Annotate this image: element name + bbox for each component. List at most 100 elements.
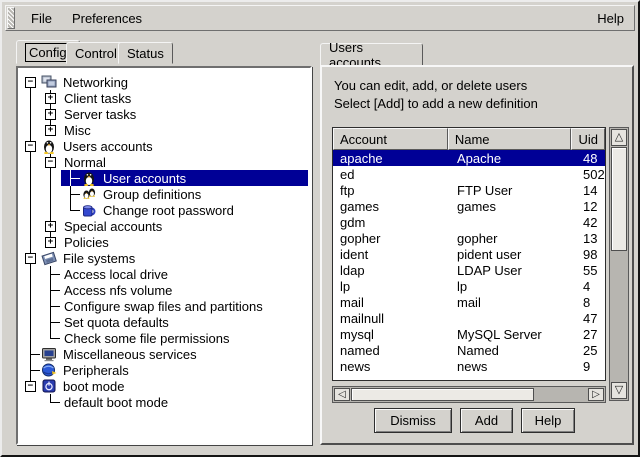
tree-item-body[interactable]: default boot mode	[41, 394, 308, 410]
collapse-icon[interactable]: −	[25, 253, 36, 264]
tree-item-body[interactable]: +Misc	[41, 122, 308, 138]
tree-item-body[interactable]: +Server tasks	[41, 106, 308, 122]
cell-account: news	[333, 359, 450, 374]
table-row[interactable]: gamesgames12	[333, 198, 605, 214]
dismiss-button[interactable]: Dismiss	[374, 408, 452, 433]
tree-item-body[interactable]: +Special accounts	[41, 218, 308, 234]
menu-help[interactable]: Help	[587, 7, 634, 30]
expand-icon[interactable]: +	[45, 125, 56, 136]
tree-item-body[interactable]: − Users accounts	[21, 138, 308, 154]
tree-item-body[interactable]: − File systems	[21, 250, 308, 266]
tree-item[interactable]: +Policies	[21, 234, 308, 250]
tree-item-label: Access nfs volume	[61, 283, 175, 298]
expand-icon[interactable]: +	[45, 93, 56, 104]
vertical-scrollbar-thumb[interactable]	[611, 147, 627, 251]
tree-item[interactable]: +Client tasks	[21, 90, 308, 106]
tree-item[interactable]: − Networking	[21, 74, 308, 90]
tree-item[interactable]: − Users accounts	[21, 138, 308, 154]
tree-item[interactable]: Peripherals	[21, 362, 308, 378]
expand-icon[interactable]: +	[45, 221, 56, 232]
scroll-left-icon[interactable]: ◁	[334, 388, 350, 401]
menubar-grip-icon[interactable]	[7, 7, 15, 29]
cell-name: MySQL Server	[450, 327, 576, 342]
column-header-uid[interactable]: Uid	[571, 128, 605, 150]
table-row[interactable]: gdm42	[333, 214, 605, 230]
tree-item[interactable]: Miscellaneous services	[21, 346, 308, 362]
tree-item-body[interactable]: Configure swap files and partitions	[41, 298, 308, 314]
tree-item[interactable]: − boot mode	[21, 378, 308, 394]
tree-item-body[interactable]: −Normal	[41, 154, 308, 170]
tree-item[interactable]: Change root password	[21, 202, 308, 218]
tree-item-body[interactable]: Access local drive	[41, 266, 308, 282]
tab-status[interactable]: Status	[118, 42, 173, 64]
tree-item[interactable]: − File systems	[21, 250, 308, 266]
collapse-icon[interactable]: −	[45, 157, 56, 168]
column-header-name[interactable]: Name	[448, 128, 572, 150]
tree-item[interactable]: Configure swap files and partitions	[21, 298, 308, 314]
scroll-down-icon[interactable]: ▽	[611, 382, 627, 399]
info-line-1: You can edit, add, or delete users	[334, 77, 538, 95]
collapse-icon[interactable]: −	[25, 381, 36, 392]
tree-item[interactable]: +Misc	[21, 122, 308, 138]
tree-item-body[interactable]: − boot mode	[21, 378, 308, 394]
tree-item-body[interactable]: Set quota defaults	[41, 314, 308, 330]
menu-file[interactable]: File	[21, 7, 62, 30]
expand-icon[interactable]: +	[45, 237, 56, 248]
horizontal-scrollbar-thumb[interactable]	[351, 388, 534, 401]
tree-item-label: Set quota defaults	[61, 315, 172, 330]
tree-item-body[interactable]: Group definitions	[61, 186, 308, 202]
tree-item[interactable]: Check some file permissions	[21, 330, 308, 346]
column-header-account[interactable]: Account	[333, 128, 448, 150]
collapse-icon[interactable]: −	[25, 141, 36, 152]
tree-item[interactable]: Group definitions	[21, 186, 308, 202]
table-row[interactable]: newsnews9	[333, 358, 605, 374]
cell-name: news	[450, 359, 576, 374]
tree-item[interactable]: Set quota defaults	[21, 314, 308, 330]
help-button[interactable]: Help	[521, 408, 575, 433]
table-row[interactable]: gophergopher13	[333, 230, 605, 246]
tree-item-label: Peripherals	[60, 363, 132, 378]
tree-item[interactable]: −Normal	[21, 154, 308, 170]
tree-item-body[interactable]: Change root password	[61, 202, 308, 218]
tree-connector	[61, 202, 81, 218]
tree-item[interactable]: Access nfs volume	[21, 282, 308, 298]
tree-item[interactable]: User accounts	[21, 170, 308, 186]
table-row[interactable]: ftpFTP User14	[333, 182, 605, 198]
tree-connector	[21, 346, 41, 362]
tree-item-body[interactable]: − Networking	[21, 74, 308, 90]
tree-expander-cell: +	[41, 106, 61, 122]
table-row[interactable]: ldapLDAP User55	[333, 262, 605, 278]
table-row[interactable]: apacheApache48	[333, 150, 605, 166]
tree-item-body[interactable]: Peripherals	[21, 362, 308, 378]
expand-icon[interactable]: +	[45, 109, 56, 120]
table-row[interactable]: ed502	[333, 166, 605, 182]
horizontal-scrollbar[interactable]: ◁ ▷	[332, 386, 606, 403]
vertical-scrollbar[interactable]: △ ▽	[609, 127, 629, 401]
table-row[interactable]: mailnull47	[333, 310, 605, 326]
tree-item-body[interactable]: Miscellaneous services	[21, 346, 308, 362]
collapse-icon[interactable]: −	[25, 77, 36, 88]
table-row[interactable]: mailmail8	[333, 294, 605, 310]
scroll-up-icon[interactable]: △	[611, 129, 627, 146]
table-row[interactable]: identpident user98	[333, 246, 605, 262]
tree-item[interactable]: +Server tasks	[21, 106, 308, 122]
tree-item[interactable]: default boot mode	[21, 394, 308, 410]
tree-item-label: Configure swap files and partitions	[61, 299, 266, 314]
tree-item-body[interactable]: User accounts	[61, 170, 308, 186]
tree-item-body[interactable]: Access nfs volume	[41, 282, 308, 298]
tree-item-body[interactable]: Check some file permissions	[41, 330, 308, 346]
tree-item-body[interactable]: +Policies	[41, 234, 308, 250]
table-row[interactable]: lplp4	[333, 278, 605, 294]
tab-control[interactable]: Control	[66, 42, 126, 64]
add-button[interactable]: Add	[460, 408, 513, 433]
tree-guide-line	[41, 170, 61, 186]
menu-preferences[interactable]: Preferences	[62, 7, 152, 30]
table-row[interactable]: namedNamed25	[333, 342, 605, 358]
tree-item-body[interactable]: +Client tasks	[41, 90, 308, 106]
tree-item[interactable]: Access local drive	[21, 266, 308, 282]
tree-item[interactable]: +Special accounts	[21, 218, 308, 234]
tab-users-accounts[interactable]: Users accounts	[320, 43, 423, 66]
scroll-right-icon[interactable]: ▷	[588, 388, 604, 401]
table-row[interactable]: mysqlMySQL Server27	[333, 326, 605, 342]
cell-uid: 8	[576, 295, 605, 310]
